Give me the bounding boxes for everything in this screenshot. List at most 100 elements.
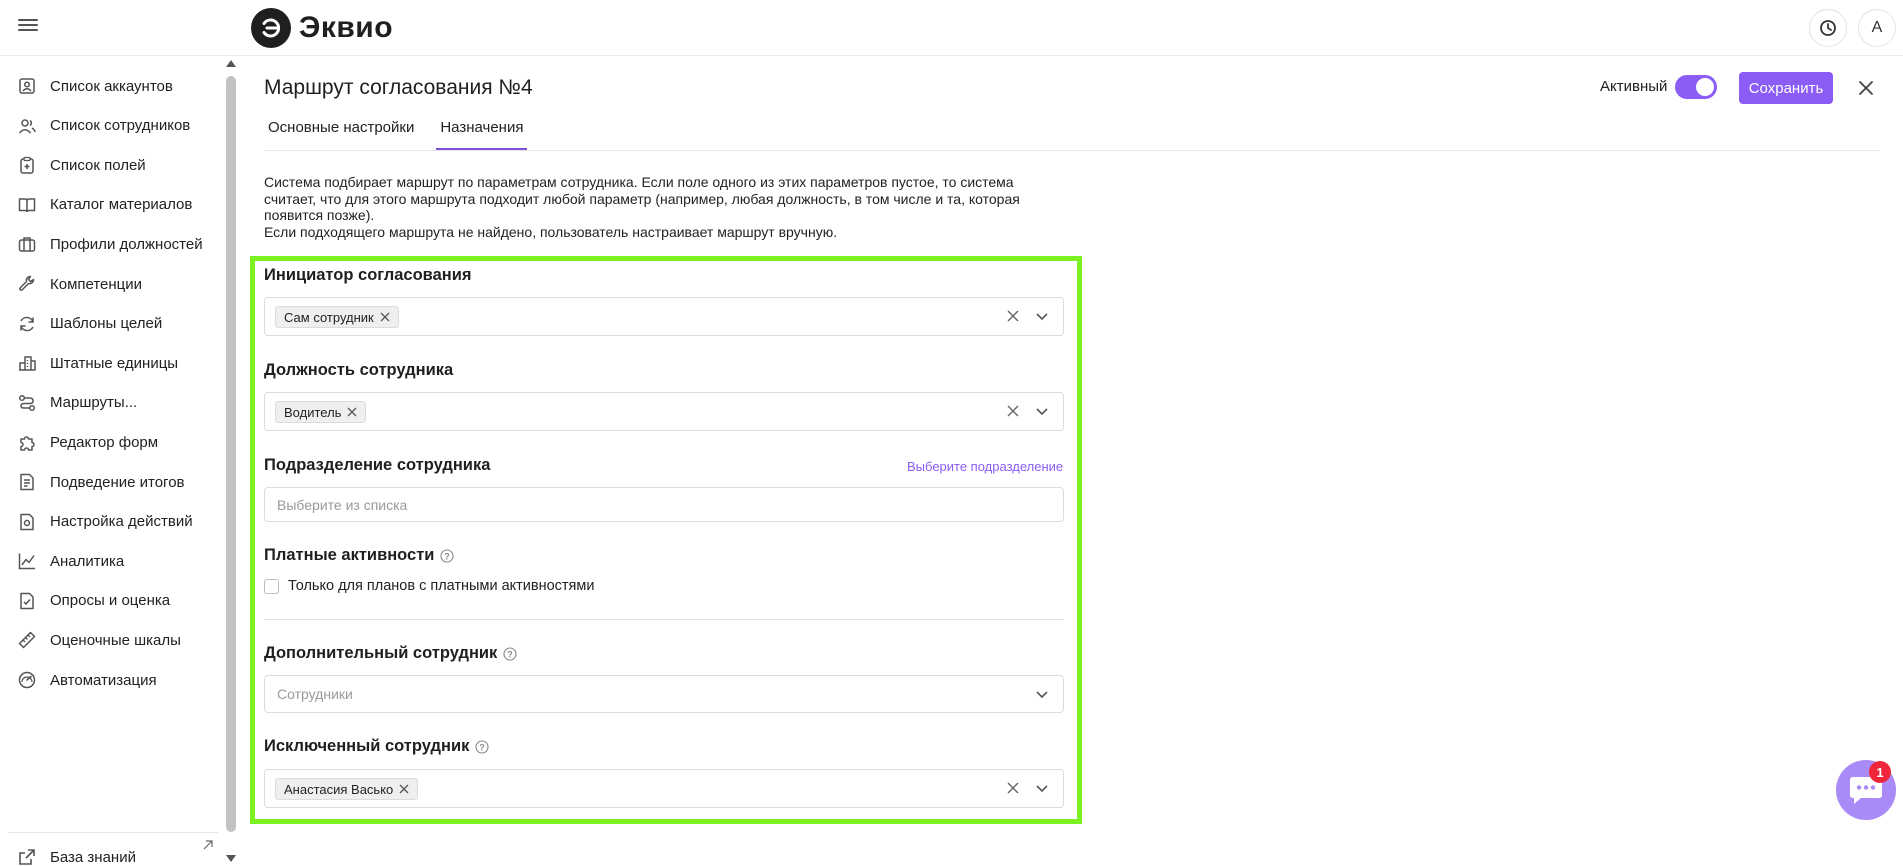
initiator-select[interactable]: Сам сотрудник [264,297,1064,336]
position-title: Должность сотрудника [264,361,454,379]
sidebar-item-label: Профили должностей [50,235,203,253]
position-select[interactable]: Водитель [264,392,1064,431]
sidebar-item-4[interactable]: Каталог материалов [0,185,222,225]
menu-icon[interactable] [18,16,38,36]
ruler-icon [17,630,37,650]
book-icon [17,195,37,215]
chip-remove-icon[interactable] [347,407,357,417]
sidebar-scrollbar[interactable] [226,76,236,832]
sidebar-item-11[interactable]: Подведение итогов [0,462,222,502]
sidebar-item-label: Список аккаунтов [50,77,173,95]
active-toggle[interactable] [1675,75,1717,99]
chevron-down-icon[interactable] [1035,404,1049,418]
app-header: Эквио A [0,0,1903,56]
chevron-down-icon[interactable] [1035,781,1049,795]
logo-text: Эквио [299,11,394,44]
sidebar-item-5[interactable]: Профили должностей [0,224,222,264]
position-chip: Водитель [275,401,367,423]
refresh-icon [17,314,37,334]
clipboard-icon [17,155,37,175]
tab-main-settings[interactable]: Основные настройки [264,112,418,150]
additional-employee-title: Дополнительный сотрудник ? [264,644,517,663]
sidebar-item-10[interactable]: Редактор форм [0,422,222,462]
employees-icon [17,116,37,136]
sidebar: База знаний Список аккаунтов Список сотру… [0,56,240,866]
sidebar-item-1[interactable]: Список аккаунтов [0,66,222,106]
scroll-up-icon[interactable] [225,58,237,68]
sidebar-item-knowledge-base[interactable]: База знаний [0,837,222,866]
chat-notification-badge: 1 [1869,761,1891,783]
chip-remove-icon[interactable] [399,784,409,794]
department-placeholder: Выберите из списка [277,497,408,513]
excluded-employee-chip: Анастасия Васько [275,778,419,800]
sidebar-item-label: Аналитика [50,552,125,570]
save-button[interactable]: Сохранить [1739,72,1833,104]
sidebar-item-6[interactable]: Компетенции [0,264,222,304]
survey-icon [17,591,37,611]
svg-text:?: ? [508,649,514,659]
sidebar-item-8[interactable]: Штатные единицы [0,343,222,383]
open-new-icon[interactable] [203,840,213,850]
sidebar-item-2[interactable]: Список сотрудников [0,106,222,146]
sidebar-item-label: Опросы и оценка [50,592,171,610]
svg-text:?: ? [480,742,486,752]
excluded-employee-select[interactable]: Анастасия Васько [264,769,1064,808]
close-icon[interactable] [1857,79,1875,97]
sidebar-item-label: Каталог материалов [50,196,193,214]
chip-remove-icon[interactable] [380,312,390,322]
sidebar-item-12[interactable]: Настройка действий [0,502,222,542]
info-line: Система подбирает маршрут по параметрам … [264,174,1014,190]
briefcase-icon [17,234,37,254]
info-line: Если подходящего маршрута не найдено, по… [264,223,838,240]
sidebar-item-14[interactable]: Опросы и оценка [0,581,222,621]
additional-employee-select[interactable]: Сотрудники [264,675,1064,713]
department-input[interactable]: Выберите из списка [264,487,1064,522]
section-divider [264,619,1064,620]
gauge-icon [17,670,37,690]
sidebar-item-label: Редактор форм [50,433,159,451]
sidebar-item-label: Маршруты... [50,394,138,412]
tab-assignments[interactable]: Назначения [436,112,528,150]
sidebar-item-label: Компетенции [50,275,143,293]
sidebar-item-label: Настройка действий [50,513,193,531]
sidebar-item-3[interactable]: Список полей [0,145,222,185]
user-avatar[interactable]: A [1858,9,1896,47]
clear-icon[interactable] [1007,782,1019,794]
sidebar-item-13[interactable]: Аналитика [0,541,222,581]
help-icon[interactable]: ? [440,548,455,563]
sidebar-item-9[interactable]: Маршруты... [0,383,222,423]
sidebar-item-16[interactable]: Автоматизация [0,660,222,700]
paid-activities-checkbox[interactable] [264,579,279,594]
chevron-down-icon[interactable] [1035,687,1049,701]
info-text: Система подбирает маршрут по параметрам … [264,174,1044,240]
chevron-down-icon[interactable] [1035,309,1049,323]
help-icon[interactable]: ? [503,646,517,661]
sidebar-item-label: Шаблоны целей [50,315,163,333]
document-icon [17,472,37,492]
additional-employee-placeholder: Сотрудники [277,686,353,702]
sidebar-item-label: Список полей [50,156,146,174]
route-icon [17,393,37,413]
sidebar-item-7[interactable]: Шаблоны целей [0,304,222,344]
active-label: Активный [1600,78,1668,95]
clear-icon[interactable] [1007,310,1019,322]
history-button[interactable] [1809,9,1847,47]
account-list-icon [17,76,37,96]
department-title: Подразделение сотрудника [264,456,491,474]
svg-text:?: ? [445,551,451,561]
paid-activities-checkbox-label[interactable]: Только для планов с платными активностям… [288,578,594,594]
chip-label: Анастасия Васько [284,781,394,797]
logo-mark-icon [251,8,291,48]
help-icon[interactable]: ? [475,739,489,754]
sidebar-item-15[interactable]: Оценочные шкалы [0,620,222,660]
external-link-icon [17,847,37,866]
sidebar-item-label: База знаний [50,848,136,866]
clear-icon[interactable] [1007,405,1019,417]
app-logo[interactable]: Эквио [251,8,393,48]
scroll-down-icon[interactable] [225,854,237,864]
select-department-link[interactable]: Выберите подразделение [907,459,1063,474]
chip-label: Сам сотрудник [284,309,374,325]
sidebar-item-label: Штатные единицы [50,354,179,372]
initiator-chip: Сам сотрудник [275,306,399,328]
sidebar-divider [8,832,218,833]
